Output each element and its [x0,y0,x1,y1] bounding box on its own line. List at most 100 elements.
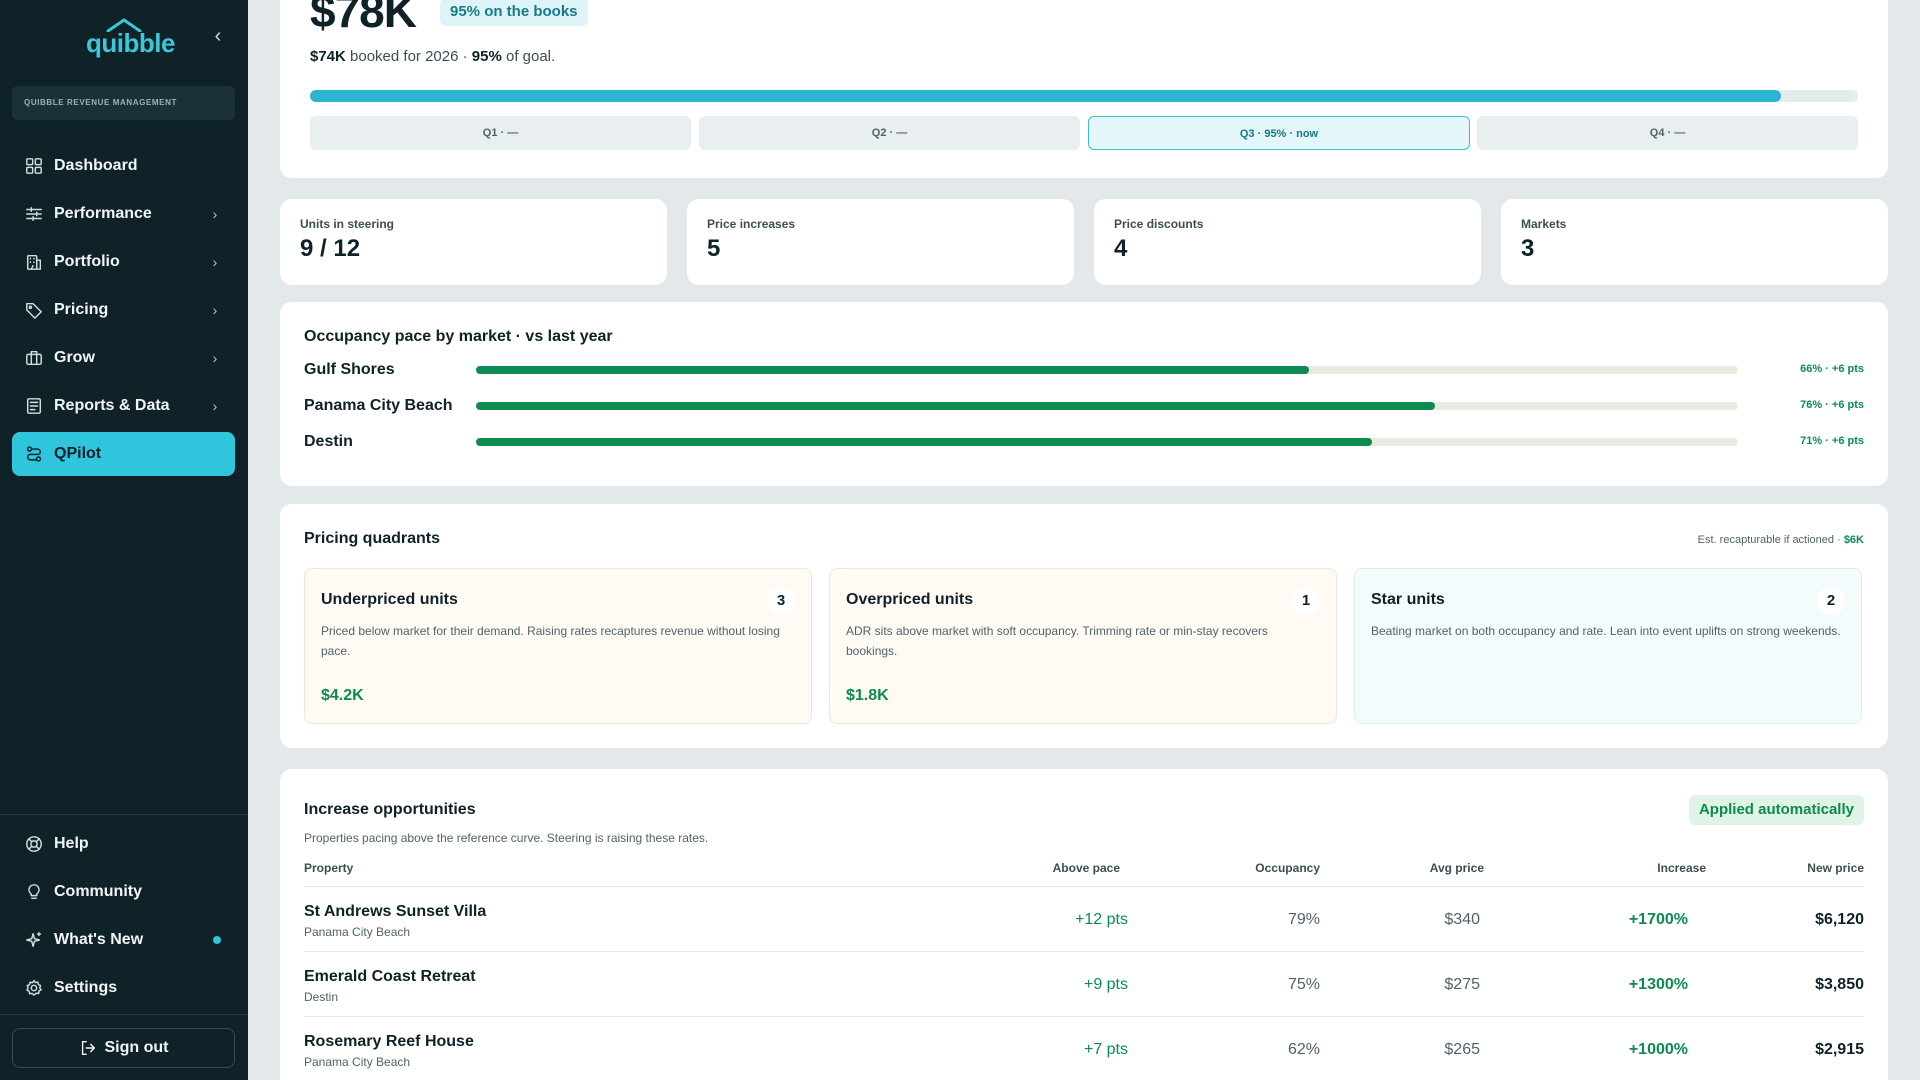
stat-value: 5 [707,235,721,262]
chevron-right-icon: › [212,350,218,366]
new-dot [213,936,221,944]
quadrant-overpriced[interactable]: Overpriced units 1 ADR sits above market… [829,568,1337,724]
recapturable-summary: Est. recapturable if actioned · $6K [1698,534,1864,546]
new-price-value: $6,120 [1815,911,1864,928]
nav-label: Grow [54,349,95,366]
logo-text: quibble [86,28,175,58]
nav-item-whats-new[interactable]: What's New [12,918,235,962]
quibble-logo[interactable]: quibble [86,18,175,58]
quadrant-underpriced[interactable]: Underpriced units 3 Priced below market … [304,568,812,724]
above-pace-value: +9 pts [1083,976,1128,993]
nav-item-settings[interactable]: Settings [12,966,235,1010]
stat-card-increases: Price increases 5 [687,199,1074,285]
property-name: Emerald Coast Retreat [304,968,476,985]
booked-amount: $74K [310,48,346,65]
nav-label: QPilot [54,445,102,462]
new-price-value: $2,915 [1815,1041,1864,1058]
opportunities-title: Increase opportunities [304,801,476,818]
chevron-left-icon[interactable]: ‹ [206,24,230,48]
quadrant-desc: Beating market on both occupancy and rat… [1371,624,1841,638]
stat-card-units: Units in steering 9 / 12 [280,199,667,285]
org-badge: QUIBBLE REVENUE MANAGEMENT [12,86,235,120]
booked-summary: $74K booked for 2026 · 95% of goal. [310,48,555,65]
quadrant-count: 2 [1817,587,1845,615]
briefcase-icon [24,348,44,368]
stat-card-markets: Markets 3 [1501,199,1888,285]
occupancy-value: 75% [1287,976,1320,993]
chevron-right-icon: › [212,254,218,270]
quadrant-star[interactable]: Star units 2 Beating market on both occu… [1354,568,1862,724]
table-row[interactable]: Rosemary Reef House Panama City Beach +7 p… [304,1017,1864,1080]
gear-icon [24,978,44,998]
col-occupancy[interactable]: Occupancy [1255,861,1320,875]
nav-label: Help [54,835,89,852]
above-pace-value: +12 pts [1075,911,1128,928]
quadrant-title: Overpriced units [846,591,974,608]
nav-label: Reports & Data [54,397,170,414]
quarter-q1[interactable]: Q1 · — [310,116,691,150]
chevron-right-icon: › [212,206,218,222]
stat-value: 9 / 12 [300,235,361,262]
table-row[interactable]: St Andrews Sunset Villa Panama City Beach… [304,887,1864,952]
nav-item-pricing[interactable]: Pricing › [12,288,235,332]
above-pace-value: +7 pts [1083,1041,1128,1058]
stat-card-discounts: Price discounts 4 [1094,199,1481,285]
occupancy-value: 62% [1287,1041,1320,1058]
applied-automatically-badge[interactable]: Applied automatically [1688,795,1864,825]
stat-value: 4 [1114,235,1128,262]
nav-item-portfolio[interactable]: Portfolio › [12,240,235,284]
recap-amount: $6K [1843,534,1864,546]
col-property[interactable]: Property [304,861,353,875]
quadrant-count: 1 [1292,587,1320,615]
quadrant-amount: $1.8K [846,687,889,704]
nav-label: Portfolio [54,253,120,270]
quadrants-card: Pricing quadrants Est. recapturable if a… [280,504,1888,748]
goal-pct: 95% [471,48,502,65]
quarter-q3[interactable]: Q3 · 95% · now [1088,116,1470,150]
sign-out-button[interactable]: Sign out [12,1028,235,1068]
increase-value: +1000% [1628,1041,1688,1058]
nav-item-grow[interactable]: Grow › [12,336,235,380]
route-icon [24,444,44,464]
table-row[interactable]: Emerald Coast Retreat Destin +9 pts 75% $275… [304,952,1864,1017]
market-bar-track [476,366,1738,374]
property-market: Destin [304,990,339,1004]
market-name: Gulf Shores [304,361,395,378]
nav-item-help[interactable]: Help [12,822,235,866]
quadrant-amount: $4.2K [321,687,364,704]
col-increase[interactable]: Increase [1657,861,1706,875]
nav-label: Community [54,883,142,900]
nav-item-reports[interactable]: Reports & Data › [12,384,235,428]
avg-price-value: $265 [1444,1041,1480,1058]
quarter-q4[interactable]: Q4 · — [1477,116,1858,150]
property-market: Panama City Beach [304,1055,411,1069]
sparkle-icon [24,930,44,950]
nav-item-community[interactable]: Community [12,870,235,914]
building-icon [24,252,44,272]
market-bar-fill [476,366,1309,374]
new-price-value: $3,850 [1815,976,1864,993]
col-avg-price[interactable]: Avg price [1430,861,1484,875]
nav-item-qpilot[interactable]: QPilot [12,432,235,476]
nav-item-performance[interactable]: Performance › [12,192,235,236]
chevron-right-icon: › [212,302,218,318]
recap-text: Est. recapturable if actioned · [1697,534,1844,546]
occupancy-title: Occupancy pace by market · vs last year [304,328,613,345]
nav-item-dashboard[interactable]: Dashboard [12,144,235,188]
quarter-q2[interactable]: Q2 · — [699,116,1080,150]
sign-out-icon [81,1040,95,1056]
avg-price-value: $275 [1444,976,1480,993]
sidebar-divider [0,1014,248,1015]
quadrant-count: 3 [767,587,795,615]
quadrants-title: Pricing quadrants [304,530,441,547]
col-above-pace[interactable]: Above pace [1053,861,1120,875]
market-bar-track [476,438,1738,446]
goal-progress-track [310,90,1858,102]
opportunities-subtitle: Properties pacing above the reference cu… [304,831,709,845]
quadrant-desc: ADR sits above market with soft occupanc… [846,624,1268,658]
sidebar: quibble ‹ QUIBBLE REVENUE MANAGEMENT Das… [0,0,248,1080]
col-new-price[interactable]: New price [1807,861,1864,875]
market-bar-fill [476,402,1436,410]
grid-icon [24,156,44,176]
bulb-icon [24,882,44,902]
